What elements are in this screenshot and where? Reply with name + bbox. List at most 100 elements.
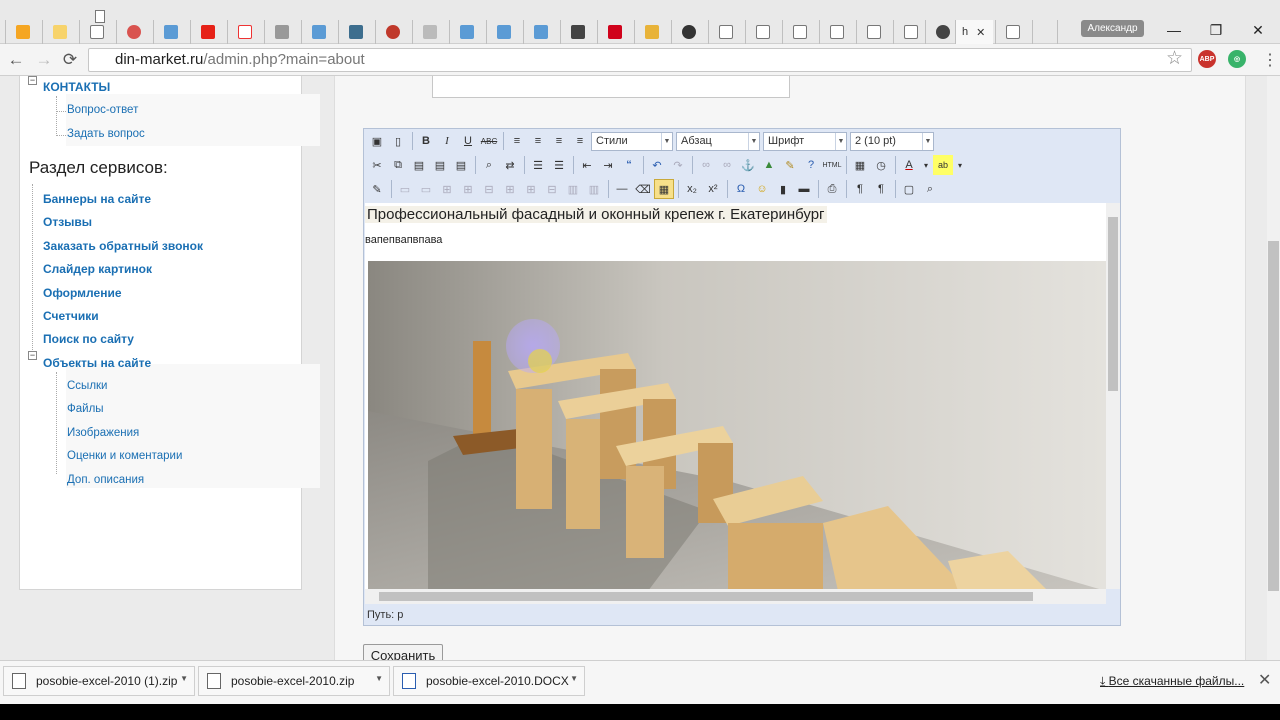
tab[interactable] bbox=[856, 20, 890, 44]
insert-row-before-icon[interactable]: ⊞ bbox=[437, 179, 457, 199]
minimize-button[interactable]: — bbox=[1156, 20, 1192, 40]
page-scrollbar[interactable] bbox=[1267, 76, 1280, 660]
tab[interactable] bbox=[190, 20, 224, 44]
tab[interactable] bbox=[634, 20, 668, 44]
tab[interactable] bbox=[523, 20, 557, 44]
media-icon[interactable]: ▮ bbox=[773, 179, 793, 199]
edit-css-icon[interactable]: ✎ bbox=[367, 179, 387, 199]
delete-col-icon[interactable]: ⊟ bbox=[542, 179, 562, 199]
html-source-icon[interactable]: HTML bbox=[822, 155, 842, 175]
scrollbar-thumb[interactable] bbox=[1268, 241, 1279, 591]
blockquote-icon[interactable]: “ bbox=[619, 155, 639, 175]
editor-vertical-scrollbar[interactable] bbox=[1106, 203, 1120, 589]
extension-icon[interactable]: ◎ bbox=[1228, 50, 1246, 68]
sidebar-item-slider[interactable]: Слайдер картинок bbox=[43, 262, 152, 276]
editor-image[interactable] bbox=[368, 261, 1106, 589]
all-downloads-link[interactable]: ⤓ Все скачанные файлы... bbox=[1100, 674, 1244, 689]
tab[interactable] bbox=[893, 20, 927, 44]
merge-cells-icon[interactable]: ▥ bbox=[584, 179, 604, 199]
ltr-icon[interactable]: ¶ bbox=[850, 179, 870, 199]
align-right-icon[interactable]: ≡ bbox=[549, 131, 569, 151]
back-arrow-icon[interactable]: ← bbox=[6, 50, 26, 70]
close-shelf-icon[interactable]: ✕ bbox=[1258, 670, 1271, 690]
tab[interactable] bbox=[375, 20, 409, 44]
chevron-down-icon[interactable]: ▾ bbox=[954, 155, 966, 175]
sidebar-item-design[interactable]: Оформление bbox=[43, 286, 122, 300]
subscript-icon[interactable]: x₂ bbox=[682, 179, 702, 199]
fullscreen-icon[interactable]: ▢ bbox=[899, 179, 919, 199]
print-icon[interactable]: ⎙ bbox=[822, 179, 842, 199]
tab[interactable] bbox=[227, 20, 261, 44]
strikethrough-icon[interactable]: ABC bbox=[479, 131, 499, 151]
tab[interactable] bbox=[449, 20, 483, 44]
save-icon[interactable]: ▣ bbox=[367, 131, 387, 151]
bookmark-star-icon[interactable]: ☆ bbox=[1166, 47, 1183, 70]
tab[interactable] bbox=[338, 20, 372, 44]
tab[interactable] bbox=[782, 20, 816, 44]
sidebar-item-ask-question[interactable]: Задать вопрос bbox=[67, 128, 145, 140]
horizontal-rule-icon[interactable]: — bbox=[612, 179, 632, 199]
indent-icon[interactable]: ⇥ bbox=[598, 155, 618, 175]
underline-icon[interactable]: U bbox=[458, 131, 478, 151]
adblock-icon[interactable]: ABP bbox=[1198, 50, 1216, 68]
italic-icon[interactable]: I bbox=[437, 131, 457, 151]
sidebar-item-site-search[interactable]: Поиск по сайту bbox=[43, 332, 134, 346]
new-document-icon[interactable]: ▯ bbox=[388, 131, 408, 151]
align-center-icon[interactable]: ≡ bbox=[528, 131, 548, 151]
preview-icon[interactable]: ⌕ bbox=[920, 179, 940, 199]
forward-arrow-icon[interactable]: → bbox=[34, 50, 54, 70]
font-select[interactable]: Шрифт ▼ bbox=[763, 131, 847, 151]
sidebar-item-reviews[interactable]: Отзывы bbox=[43, 215, 92, 229]
sidebar-item-extra-descriptions[interactable]: Доп. описания bbox=[67, 474, 144, 486]
superscript-icon[interactable]: x² bbox=[703, 179, 723, 199]
sidebar-item-callback[interactable]: Заказать обратный звонок bbox=[43, 239, 203, 253]
tab[interactable] bbox=[708, 20, 742, 44]
save-button[interactable]: Сохранить bbox=[363, 644, 443, 660]
format-select[interactable]: Абзац ▼ bbox=[676, 131, 760, 151]
anchor-icon[interactable]: ⚓ bbox=[738, 155, 758, 175]
sidebar-item-contacts[interactable]: КОНТАКТЫ bbox=[43, 80, 110, 94]
tab[interactable] bbox=[597, 20, 631, 44]
sidebar-item-ratings[interactable]: Оценки и коментарии bbox=[67, 450, 182, 462]
bullet-list-icon[interactable]: ☰ bbox=[528, 155, 548, 175]
paste-word-icon[interactable]: ▤ bbox=[451, 155, 471, 175]
maximize-button[interactable]: ❐ bbox=[1198, 20, 1234, 40]
sidebar-item-objects[interactable]: Объекты на сайте bbox=[43, 356, 151, 370]
emoticon-icon[interactable]: ☺ bbox=[752, 179, 772, 199]
undo-icon[interactable]: ↶ bbox=[647, 155, 667, 175]
tab-close-icon[interactable]: ✕ bbox=[976, 26, 985, 39]
chevron-down-icon[interactable]: ▼ bbox=[570, 674, 578, 683]
cut-icon[interactable]: ✂ bbox=[367, 155, 387, 175]
delete-row-icon[interactable]: ⊟ bbox=[479, 179, 499, 199]
insert-time-icon[interactable]: ◷ bbox=[871, 155, 891, 175]
tab[interactable] bbox=[264, 20, 298, 44]
numbered-list-icon[interactable]: ☰ bbox=[549, 155, 569, 175]
paste-text-icon[interactable]: ▤ bbox=[430, 155, 450, 175]
table-icon[interactable]: ▦ bbox=[654, 179, 674, 199]
tab-active[interactable]: h ✕ bbox=[955, 20, 993, 44]
sidebar-item-counters[interactable]: Счетчики bbox=[43, 309, 99, 323]
align-left-icon[interactable]: ≡ bbox=[507, 131, 527, 151]
chevron-down-icon[interactable]: ▾ bbox=[920, 155, 932, 175]
font-size-select[interactable]: 2 (10 pt) ▼ bbox=[850, 131, 934, 151]
insert-date-icon[interactable]: ▦ bbox=[850, 155, 870, 175]
sidebar-item-banners[interactable]: Баннеры на сайте bbox=[43, 192, 151, 206]
align-justify-icon[interactable]: ≡ bbox=[570, 131, 590, 151]
tab[interactable] bbox=[116, 20, 150, 44]
editor-horizontal-scrollbar[interactable] bbox=[365, 589, 1106, 604]
sidebar-item-images[interactable]: Изображения bbox=[67, 427, 139, 439]
redo-icon[interactable]: ↷ bbox=[668, 155, 688, 175]
description-textarea[interactable] bbox=[432, 76, 790, 98]
image-icon[interactable]: ▲ bbox=[759, 155, 779, 175]
replace-icon[interactable]: ⇄ bbox=[500, 155, 520, 175]
bold-icon[interactable]: B bbox=[416, 131, 436, 151]
tab[interactable] bbox=[819, 20, 853, 44]
reload-icon[interactable]: ⟳ bbox=[60, 50, 80, 70]
table-row-props-icon[interactable]: ▭ bbox=[395, 179, 415, 199]
chevron-down-icon[interactable]: ▼ bbox=[375, 674, 383, 683]
cleanup-icon[interactable]: ✎ bbox=[780, 155, 800, 175]
special-char-icon[interactable]: Ω bbox=[731, 179, 751, 199]
sidebar-item-links[interactable]: Ссылки bbox=[67, 380, 108, 392]
tab[interactable] bbox=[79, 20, 113, 44]
tab[interactable] bbox=[671, 20, 705, 44]
